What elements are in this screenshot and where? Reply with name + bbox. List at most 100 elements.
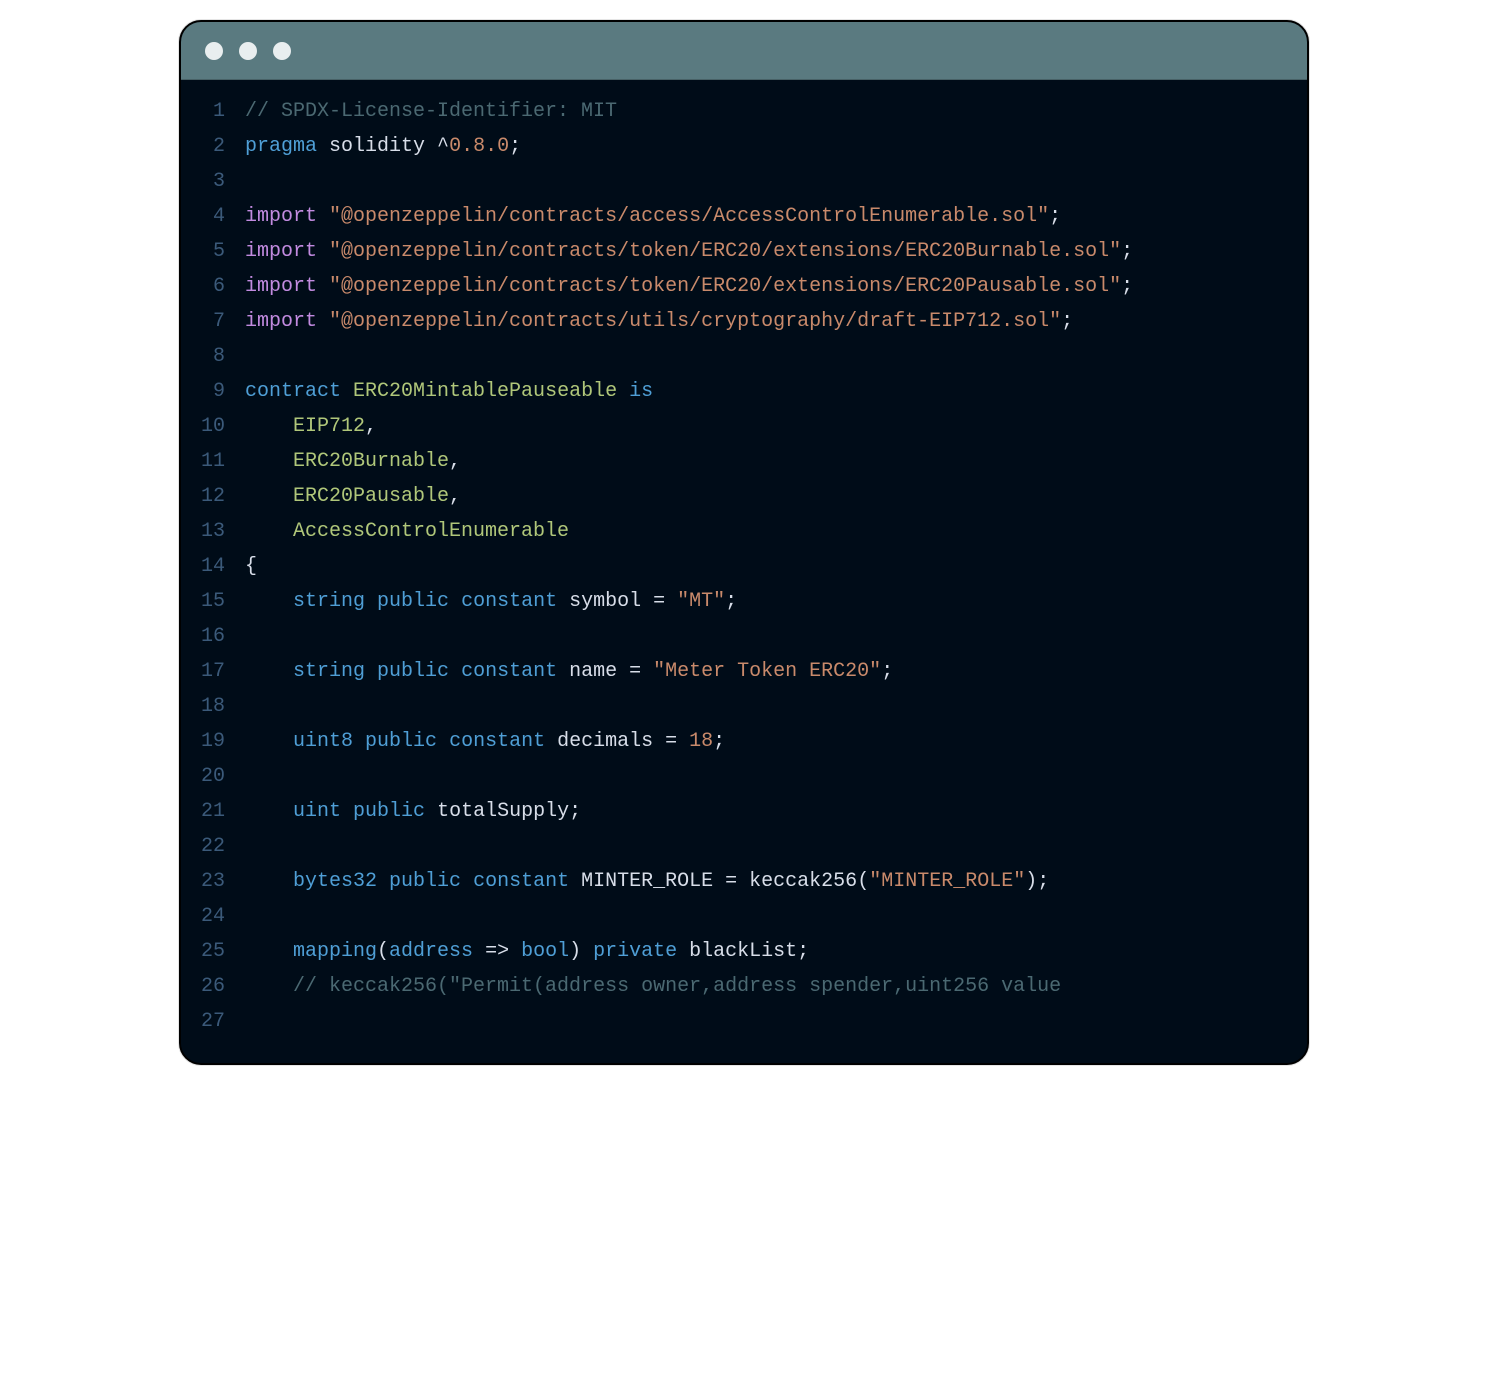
code-line[interactable]: 8: [181, 339, 1307, 374]
code-content[interactable]: EIP712,: [245, 409, 1307, 444]
token-punc: [245, 940, 293, 963]
code-content[interactable]: [245, 1004, 1307, 1039]
token-punc: [317, 240, 329, 263]
code-content[interactable]: import "@openzeppelin/contracts/utils/cr…: [245, 304, 1307, 339]
code-line[interactable]: 18: [181, 689, 1307, 724]
code-content[interactable]: import "@openzeppelin/contracts/token/ER…: [245, 269, 1307, 304]
code-line[interactable]: 10 EIP712,: [181, 409, 1307, 444]
code-line[interactable]: 13 AccessControlEnumerable: [181, 514, 1307, 549]
code-content[interactable]: {: [245, 549, 1307, 584]
code-line[interactable]: 24: [181, 899, 1307, 934]
line-number: 22: [181, 829, 245, 864]
token-punc: ,: [449, 450, 461, 473]
code-line[interactable]: 19 uint8 public constant decimals = 18;: [181, 724, 1307, 759]
token-punc: [677, 940, 689, 963]
token-altkw: import: [245, 205, 317, 228]
code-line[interactable]: 27: [181, 1004, 1307, 1039]
token-punc: =: [713, 870, 749, 893]
code-content[interactable]: [245, 689, 1307, 724]
code-content[interactable]: pragma solidity ^0.8.0;: [245, 129, 1307, 164]
token-ident: symbol: [569, 590, 641, 613]
token-string: "@openzeppelin/contracts/token/ERC20/ext…: [329, 240, 1121, 263]
code-line[interactable]: 21 uint public totalSupply;: [181, 794, 1307, 829]
line-number: 21: [181, 794, 245, 829]
token-punc: ;: [713, 730, 725, 753]
code-content[interactable]: bytes32 public constant MINTER_ROLE = ke…: [245, 864, 1307, 899]
code-line[interactable]: 26 // keccak256("Permit(address owner,ad…: [181, 969, 1307, 1004]
token-punc: [245, 450, 293, 473]
code-content[interactable]: [245, 759, 1307, 794]
token-ident: name: [569, 660, 617, 683]
token-string: "@openzeppelin/contracts/access/AccessCo…: [329, 205, 1049, 228]
token-kw: string: [293, 590, 365, 613]
token-type: ERC20MintablePauseable: [353, 380, 617, 403]
code-content[interactable]: [245, 339, 1307, 374]
line-number: 7: [181, 304, 245, 339]
code-line[interactable]: 17 string public constant name = "Meter …: [181, 654, 1307, 689]
line-number: 24: [181, 899, 245, 934]
token-punc: [245, 870, 293, 893]
code-content[interactable]: AccessControlEnumerable: [245, 514, 1307, 549]
code-content[interactable]: mapping(address => bool) private blackLi…: [245, 934, 1307, 969]
token-punc: [341, 380, 353, 403]
code-content[interactable]: [245, 619, 1307, 654]
code-line[interactable]: 16: [181, 619, 1307, 654]
code-line[interactable]: 15 string public constant symbol = "MT";: [181, 584, 1307, 619]
code-line[interactable]: 25 mapping(address => bool) private blac…: [181, 934, 1307, 969]
line-number: 3: [181, 164, 245, 199]
code-content[interactable]: string public constant name = "Meter Tok…: [245, 654, 1307, 689]
code-content[interactable]: import "@openzeppelin/contracts/access/A…: [245, 199, 1307, 234]
code-editor[interactable]: 1// SPDX-License-Identifier: MIT2pragma …: [181, 80, 1307, 1063]
token-punc: [449, 660, 461, 683]
code-line[interactable]: 6import "@openzeppelin/contracts/token/E…: [181, 269, 1307, 304]
code-content[interactable]: // keccak256("Permit(address owner,addre…: [245, 969, 1307, 1004]
code-content[interactable]: [245, 829, 1307, 864]
token-kw: address: [389, 940, 473, 963]
window-control-zoom[interactable]: [273, 42, 291, 60]
code-content[interactable]: ERC20Burnable,: [245, 444, 1307, 479]
token-string: "MT": [677, 590, 725, 613]
code-content[interactable]: uint public totalSupply;: [245, 794, 1307, 829]
token-num: 18: [689, 730, 713, 753]
line-number: 6: [181, 269, 245, 304]
code-line[interactable]: 12 ERC20Pausable,: [181, 479, 1307, 514]
code-line[interactable]: 1// SPDX-License-Identifier: MIT: [181, 94, 1307, 129]
token-punc: [377, 870, 389, 893]
code-line[interactable]: 14{: [181, 549, 1307, 584]
window-control-close[interactable]: [205, 42, 223, 60]
code-line[interactable]: 3: [181, 164, 1307, 199]
token-kw: constant: [461, 660, 557, 683]
code-line[interactable]: 7import "@openzeppelin/contracts/utils/c…: [181, 304, 1307, 339]
token-type: ERC20Burnable: [293, 450, 449, 473]
line-number: 27: [181, 1004, 245, 1039]
code-line[interactable]: 4import "@openzeppelin/contracts/access/…: [181, 199, 1307, 234]
code-content[interactable]: // SPDX-License-Identifier: MIT: [245, 94, 1307, 129]
code-content[interactable]: import "@openzeppelin/contracts/token/ER…: [245, 234, 1307, 269]
code-line[interactable]: 5import "@openzeppelin/contracts/token/E…: [181, 234, 1307, 269]
window-control-minimize[interactable]: [239, 42, 257, 60]
token-punc: ,: [449, 485, 461, 508]
code-line[interactable]: 2pragma solidity ^0.8.0;: [181, 129, 1307, 164]
code-line[interactable]: 23 bytes32 public constant MINTER_ROLE =…: [181, 864, 1307, 899]
code-line[interactable]: 22: [181, 829, 1307, 864]
line-number: 1: [181, 94, 245, 129]
code-content[interactable]: [245, 899, 1307, 934]
code-line[interactable]: 9contract ERC20MintablePauseable is: [181, 374, 1307, 409]
code-line[interactable]: 20: [181, 759, 1307, 794]
code-content[interactable]: contract ERC20MintablePauseable is: [245, 374, 1307, 409]
window-titlebar: [181, 22, 1307, 80]
token-kw: uint8: [293, 730, 353, 753]
line-number: 26: [181, 969, 245, 1004]
code-content[interactable]: [245, 164, 1307, 199]
token-punc: [317, 135, 329, 158]
token-punc: ;: [509, 135, 521, 158]
line-number: 17: [181, 654, 245, 689]
token-punc: [569, 870, 581, 893]
line-number: 14: [181, 549, 245, 584]
token-func: keccak256: [749, 870, 857, 893]
code-content[interactable]: string public constant symbol = "MT";: [245, 584, 1307, 619]
code-content[interactable]: uint8 public constant decimals = 18;: [245, 724, 1307, 759]
token-punc: (: [377, 940, 389, 963]
code-line[interactable]: 11 ERC20Burnable,: [181, 444, 1307, 479]
code-content[interactable]: ERC20Pausable,: [245, 479, 1307, 514]
